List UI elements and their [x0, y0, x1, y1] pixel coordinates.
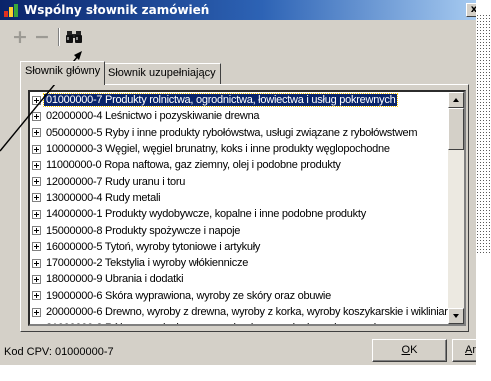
tree-item[interactable]: 02000000-4 Leśnictwo i pozyskiwanie drew…	[30, 108, 450, 124]
tree-item[interactable]: 10000000-3 Węgiel, węgiel brunatny, koks…	[30, 141, 450, 157]
tree-item-label: 11000000-0 Ropa naftowa, gaz ziemny, ole…	[46, 159, 341, 172]
tree-item[interactable]: 19000000-6 Skóra wyprawiona, wyroby ze s…	[30, 288, 450, 304]
tab-supplementary-dictionary[interactable]: Słownik uzupełniający	[103, 63, 221, 84]
expand-plus-icon[interactable]	[32, 209, 41, 219]
tree-item-label: 02000000-4 Leśnictwo i pozyskiwanie drew…	[46, 110, 260, 123]
tree-item[interactable]: 11000000-0 Ropa naftowa, gaz ziemny, ole…	[30, 157, 450, 173]
tab-main-dictionary[interactable]: Słownik główny	[20, 61, 106, 85]
tree-item-label: 18000000-9 Ubrania i dodatki	[46, 273, 184, 286]
expand-plus-icon[interactable]	[32, 177, 41, 187]
tree-item[interactable]: 15000000-8 Produkty spożywcze i napoje	[30, 222, 450, 238]
title-bar[interactable]: Wspólny słownik zamówień x	[0, 0, 476, 20]
ok-mnemonic: O	[401, 344, 411, 356]
window-title: Wspólny słownik zamówień	[24, 3, 210, 17]
tree-item[interactable]: 16000000-5 Tytoń, wyroby tytoniowe i art…	[30, 239, 450, 255]
cancel-button[interactable]: Anuluj	[452, 339, 476, 362]
expand-plus-icon[interactable]	[32, 242, 41, 252]
toolbar-separator	[58, 28, 60, 46]
arrow-up-icon	[453, 98, 459, 102]
tree-item-label: 15000000-8 Produkty spożywcze i napoje	[46, 224, 241, 237]
tree-item-label: 21000000-3 Różnego rodzaju masa papierni…	[44, 322, 393, 324]
ok-label-rest: K	[410, 344, 418, 356]
tree-item[interactable]: 18000000-9 Ubrania i dodatki	[30, 271, 450, 287]
arrow-down-icon	[453, 314, 459, 318]
tree-item[interactable]: 21000000-3 Różnego rodzaju masa papierni…	[30, 320, 450, 324]
scroll-down-button[interactable]	[448, 308, 464, 324]
tree-item[interactable]: 14000000-1 Produkty wydobywcze, kopalne …	[30, 206, 450, 222]
tree-item-label: 05000000-5 Ryby i inne produkty rybołóws…	[46, 126, 418, 139]
toolbar: + −	[10, 26, 84, 48]
tree-list: 01000000-7 Produkty rolnictwa, ogrodnict…	[30, 92, 450, 324]
expand-plus-icon[interactable]	[32, 160, 41, 170]
tree-item-label: 20000000-6 Drewno, wyroby z drewna, wyro…	[46, 306, 450, 318]
scroll-thumb[interactable]	[448, 108, 464, 150]
expand-plus-icon[interactable]	[32, 274, 41, 284]
app-chart-icon	[3, 2, 19, 18]
tree-item-label: 19000000-6 Skóra wyprawiona, wyroby ze s…	[46, 289, 331, 302]
tree-item[interactable]: 05000000-5 Ryby i inne produkty rybołóws…	[30, 125, 450, 141]
tree-item-label: 12000000-7 Rudy uranu i toru	[46, 175, 186, 188]
tree-item-label: 13000000-4 Rudy metali	[46, 191, 161, 204]
cpv-tree[interactable]: 01000000-7 Produkty rolnictwa, ogrodnict…	[28, 90, 466, 326]
tab-label: Słownik uzupełniający	[108, 67, 216, 79]
tree-item-label: 10000000-3 Węgiel, węgiel brunatny, koks…	[46, 143, 390, 156]
tree-item-label: 16000000-5 Tytoń, wyroby tytoniowe i art…	[46, 240, 261, 253]
scroll-up-button[interactable]	[448, 92, 464, 108]
expand-plus-icon[interactable]	[32, 226, 41, 236]
tree-item[interactable]: 20000000-6 Drewno, wyroby z drewna, wyro…	[30, 304, 450, 320]
cpv-code-status: Kod CPV: 01000000-7	[4, 346, 114, 358]
binoculars-icon[interactable]	[64, 27, 84, 47]
expand-plus-icon[interactable]	[32, 307, 41, 317]
dialog-window: Wspólny słownik zamówień x + − Słownik g…	[0, 0, 476, 365]
expand-plus-icon[interactable]	[32, 258, 41, 268]
plus-icon[interactable]: +	[10, 27, 30, 47]
cancel-label-rest: nuluj	[472, 344, 476, 356]
minus-icon[interactable]: −	[32, 27, 52, 47]
tree-item[interactable]: 17000000-2 Tekstylia i wyroby włókiennic…	[30, 255, 450, 271]
tree-item[interactable]: 12000000-7 Rudy uranu i toru	[30, 173, 450, 189]
ok-button[interactable]: OK	[372, 339, 447, 362]
tree-item-label: 14000000-1 Produkty wydobywcze, kopalne …	[46, 208, 366, 221]
tab-label: Słownik główny	[25, 65, 101, 77]
vertical-scrollbar[interactable]	[448, 92, 464, 324]
expand-plus-icon[interactable]	[32, 111, 41, 121]
tree-item-label: 17000000-2 Tekstylia i wyroby włókiennic…	[46, 257, 249, 270]
expand-plus-icon[interactable]	[32, 144, 41, 154]
expand-plus-icon[interactable]	[32, 291, 41, 301]
expand-plus-icon[interactable]	[32, 128, 41, 138]
tree-item-label: 01000000-7 Produkty rolnictwa, ogrodnict…	[42, 93, 399, 108]
dithered-edge	[476, 14, 491, 254]
tree-item[interactable]: 13000000-4 Rudy metali	[30, 190, 450, 206]
close-button[interactable]: x	[466, 3, 476, 17]
tree-item[interactable]: 01000000-7 Produkty rolnictwa, ogrodnict…	[30, 92, 450, 108]
expand-plus-icon[interactable]	[32, 95, 41, 105]
expand-plus-icon[interactable]	[32, 193, 41, 203]
